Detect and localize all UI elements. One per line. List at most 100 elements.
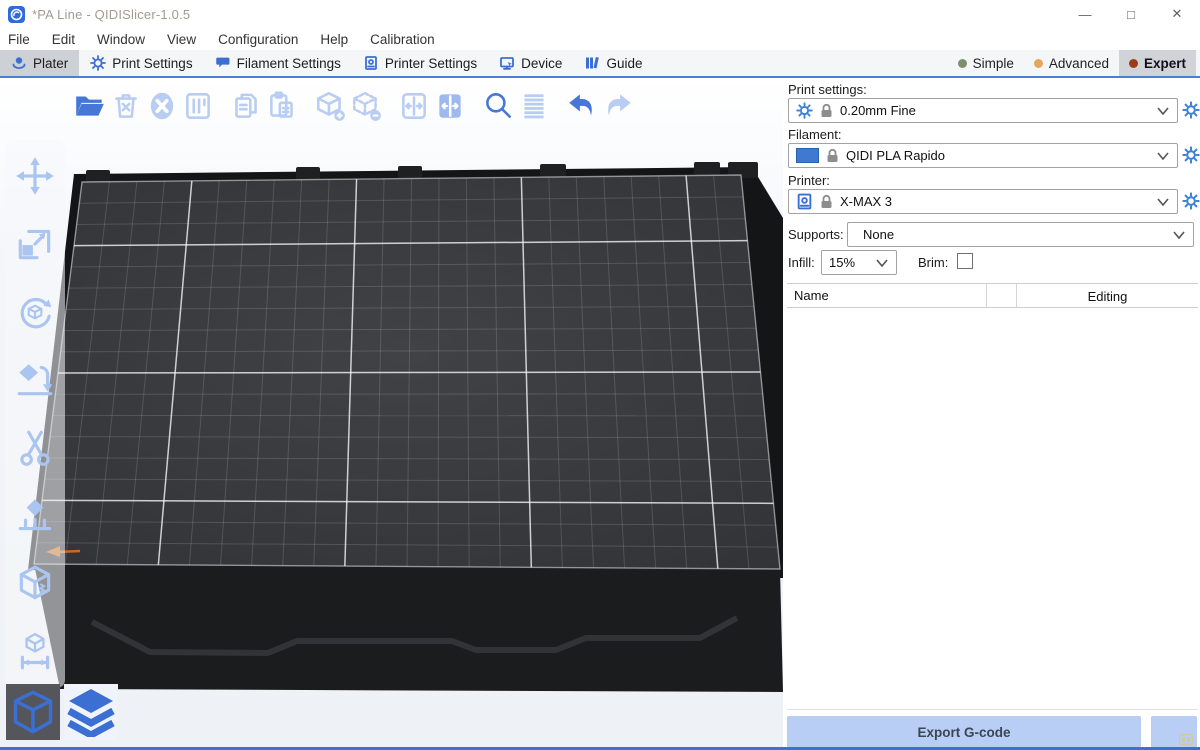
print-settings-gear-button[interactable] (1181, 99, 1200, 121)
print-settings-value: 0.20mm Fine (840, 103, 916, 118)
cut-icon (14, 427, 56, 469)
filament-gear-button[interactable] (1181, 144, 1200, 166)
menu-file[interactable]: File (0, 28, 41, 50)
qidislicer-window: *PA Line - QIDISlicer-1.0.5 — □ ✕ File E… (0, 0, 1200, 750)
printer-value: X-MAX 3 (840, 194, 892, 209)
print-settings-combo[interactable]: 0.20mm Fine (788, 98, 1178, 123)
maximize-button[interactable]: □ (1108, 0, 1154, 28)
supports-combo[interactable]: None (847, 222, 1194, 247)
supports-label: Supports: (788, 227, 844, 242)
printer-combo[interactable]: X-MAX 3 (788, 189, 1178, 214)
gear-icon (90, 55, 106, 71)
mode-selector: Simple Advanced Expert (948, 50, 1200, 76)
minimize-button[interactable]: — (1062, 0, 1108, 28)
filament-combo[interactable]: QIDI PLA Rapido (788, 143, 1178, 168)
add-instance-icon (313, 89, 347, 123)
mode-simple[interactable]: Simple (948, 50, 1024, 76)
place-on-face-icon (14, 359, 56, 401)
infill-label: Infill: (788, 255, 815, 270)
arrange-button[interactable] (180, 87, 216, 125)
chevron-down-icon (1157, 152, 1169, 160)
chevron-down-icon (1157, 198, 1169, 206)
tab-label: Print Settings (112, 56, 192, 71)
menu-view[interactable]: View (156, 28, 207, 50)
object-list-header: Name Editing (787, 283, 1198, 308)
expert-dot-icon (1129, 59, 1138, 68)
rotate-tool[interactable] (13, 290, 57, 334)
search-icon (481, 89, 515, 123)
place-on-face-tool[interactable] (13, 358, 57, 402)
editor-3d-view-button[interactable] (6, 684, 60, 740)
tab-filament-settings[interactable]: Filament Settings (204, 50, 352, 76)
variable-layer-height-button[interactable] (516, 87, 552, 125)
gear-icon (1182, 101, 1200, 119)
object-list-body[interactable] (787, 308, 1198, 710)
copy-button[interactable] (228, 87, 264, 125)
move-tool[interactable] (13, 154, 57, 198)
split-objects-button[interactable] (396, 87, 432, 125)
tab-label: Filament Settings (237, 56, 341, 71)
title-bar: *PA Line - QIDISlicer-1.0.5 — □ ✕ (0, 0, 1200, 28)
scale-icon (14, 223, 56, 265)
paint-supports-tool[interactable] (13, 494, 57, 538)
tab-guide[interactable]: Guide (573, 50, 653, 76)
object-list: Name Editing (787, 283, 1198, 710)
paint-supports-icon (14, 495, 56, 537)
split-parts-icon (433, 89, 467, 123)
delete-all-button[interactable] (144, 87, 180, 125)
measure-tool[interactable] (13, 630, 57, 674)
infill-combo[interactable]: 15% (821, 250, 897, 275)
scale-tool[interactable] (13, 222, 57, 266)
tab-label: Printer Settings (385, 56, 477, 71)
lock-icon (820, 194, 833, 209)
seam-icon (14, 563, 56, 605)
mode-label: Simple (973, 56, 1014, 71)
lock-icon (826, 148, 839, 163)
delete-all-icon (145, 89, 179, 123)
supports-value: None (855, 227, 894, 242)
redo-icon (601, 89, 635, 123)
mode-advanced[interactable]: Advanced (1024, 50, 1119, 76)
tab-printer-settings[interactable]: Printer Settings (352, 50, 488, 76)
seam-tool[interactable] (13, 562, 57, 606)
printer-icon (796, 193, 813, 210)
open-button[interactable] (72, 87, 108, 125)
close-button[interactable]: ✕ (1154, 0, 1200, 28)
tab-print-settings[interactable]: Print Settings (79, 50, 203, 76)
search-button[interactable] (480, 87, 516, 125)
gear-icon (1182, 192, 1200, 210)
menu-calibration[interactable]: Calibration (359, 28, 446, 50)
tab-plater[interactable]: Plater (0, 50, 79, 76)
gizmo-toolbar (5, 140, 65, 688)
plater-icon (11, 55, 27, 71)
preview-layers-view-button[interactable] (64, 684, 118, 740)
menu-edit[interactable]: Edit (41, 28, 86, 50)
copy-icon (229, 89, 263, 123)
cut-tool[interactable] (13, 426, 57, 470)
brim-label: Brim: (918, 255, 948, 270)
export-gcode-button[interactable]: Export G-code (787, 716, 1141, 748)
undo-button[interactable] (564, 87, 600, 125)
filament-label: Filament: (788, 127, 841, 142)
printer-gear-button[interactable] (1181, 190, 1200, 212)
paste-button[interactable] (264, 87, 300, 125)
delete-icon (109, 89, 143, 123)
tab-device[interactable]: Device (488, 50, 573, 76)
add-instance-button[interactable] (312, 87, 348, 125)
brim-checkbox[interactable] (957, 253, 973, 269)
remove-instance-button[interactable] (348, 87, 384, 125)
menu-help[interactable]: Help (309, 28, 359, 50)
main-toolbar (72, 84, 636, 128)
arrange-icon (181, 89, 215, 123)
redo-button[interactable] (600, 87, 636, 125)
plater-3d-viewport[interactable] (0, 78, 783, 750)
sd-card-icon (1179, 734, 1193, 745)
export-to-sd-button[interactable] (1151, 716, 1197, 748)
split-parts-button[interactable] (432, 87, 468, 125)
filament-value: QIDI PLA Rapido (846, 148, 945, 163)
menu-configuration[interactable]: Configuration (207, 28, 309, 50)
menu-window[interactable]: Window (86, 28, 156, 50)
mode-expert[interactable]: Expert (1119, 50, 1196, 76)
printer-base (34, 564, 783, 692)
delete-button[interactable] (108, 87, 144, 125)
